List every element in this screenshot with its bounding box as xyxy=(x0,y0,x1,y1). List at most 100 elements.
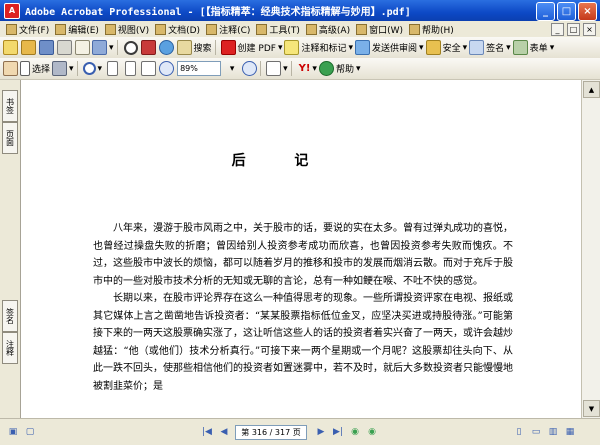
find-button[interactable] xyxy=(123,40,139,56)
secure-button[interactable]: 安全 ▾ xyxy=(425,40,467,56)
actual-size-button[interactable] xyxy=(104,61,120,77)
yahoo-toolbar-button[interactable]: Y! ▾ xyxy=(297,61,317,77)
vertical-scrollbar[interactable]: ▲ ▼ xyxy=(581,80,600,418)
zoom-out-button[interactable] xyxy=(158,61,174,77)
search-button[interactable]: 搜索 xyxy=(176,40,212,56)
search-label: 搜索 xyxy=(193,44,212,54)
create-pdf-label: 创建 PDF xyxy=(237,44,276,54)
menu-window[interactable]: 窗口(W) xyxy=(356,23,403,36)
menu-edit[interactable]: 编辑(E) xyxy=(55,23,99,36)
tab-bookmarks[interactable]: 书签 xyxy=(2,90,18,122)
fit-width-button[interactable] xyxy=(140,61,156,77)
next-page-button[interactable]: ▶ xyxy=(314,425,328,439)
tools-menu-icon xyxy=(256,23,268,35)
print-button[interactable] xyxy=(56,40,72,56)
page-number-field[interactable]: 第 316 / 317 页 xyxy=(235,424,307,440)
menu-comments[interactable]: 注释(C) xyxy=(206,23,250,36)
picture-icon xyxy=(141,40,157,55)
lock-icon xyxy=(425,40,441,55)
title-bar: A Adobe Acrobat Professional - [【指标精萃：经典… xyxy=(0,0,600,21)
send-for-review-button[interactable]: 发送供审阅 ▾ xyxy=(355,40,424,56)
minimize-button[interactable]: _ xyxy=(536,2,555,21)
zoom-tool-button[interactable]: ▾ xyxy=(82,61,102,77)
sign-label: 签名 xyxy=(486,44,505,54)
organizer-button[interactable]: ▾ xyxy=(92,40,114,56)
document-viewport[interactable]: 后 记 八年来，漫游于股市风雨之中，关于股市的话，要说的实在太多。曾有过弹丸成功… xyxy=(21,80,581,418)
snapshot-button[interactable]: ▾ xyxy=(52,61,74,77)
sign-button[interactable]: 签名 ▾ xyxy=(469,40,511,56)
find-circle-icon xyxy=(123,40,138,55)
page-layout-facing-icon[interactable]: ▥ xyxy=(546,425,560,439)
scroll-up-button[interactable]: ▲ xyxy=(583,81,600,98)
menu-bar: 文件(F) 编辑(E) 视图(V) 文档(D) 注释(C) 工具(T) 高级(A… xyxy=(0,21,600,38)
rotate-button[interactable]: ▾ xyxy=(266,61,288,77)
help-label: 帮助 xyxy=(335,65,354,75)
open-button[interactable] xyxy=(20,40,36,56)
navigation-panel: 书签 页面 签名 注释 xyxy=(0,80,21,418)
web-capture-button[interactable] xyxy=(159,40,175,56)
page-layout-continuous-facing-icon[interactable]: ▦ xyxy=(563,425,577,439)
zoom-in-button[interactable] xyxy=(241,61,257,77)
menu-label: 视图(V) xyxy=(117,25,150,36)
menu-label: 高级(A) xyxy=(318,25,351,36)
fit-page-button[interactable] xyxy=(122,61,138,77)
page-layout-continuous-icon[interactable]: ▭ xyxy=(529,425,543,439)
menu-view[interactable]: 视图(V) xyxy=(104,23,150,36)
comment-markup-label: 注释和标记 xyxy=(301,44,347,54)
view-mode-icon[interactable]: ▣ xyxy=(6,425,20,439)
view-toolbar: 选择 ▾ ▾ 89% ▾ ▾ Y! ▾ 帮助 ▾ xyxy=(0,58,600,80)
comment-markup-button[interactable]: 注释和标记 ▾ xyxy=(284,40,353,56)
zoom-level-select[interactable]: 89% xyxy=(177,61,222,76)
folder-icon xyxy=(20,40,36,55)
zoom-dropdown-button[interactable]: ▾ xyxy=(223,61,239,77)
close-button[interactable]: × xyxy=(578,2,597,21)
single-page-icon[interactable]: ▢ xyxy=(23,425,37,439)
previous-page-button[interactable]: ◀ xyxy=(217,425,231,439)
first-page-button[interactable]: |◀ xyxy=(200,425,214,439)
tab-pages[interactable]: 页面 xyxy=(2,122,18,154)
last-page-button[interactable]: ▶| xyxy=(331,425,345,439)
menu-label: 文档(D) xyxy=(168,25,201,36)
zoom-out-icon xyxy=(158,61,174,76)
create-new-button[interactable] xyxy=(2,40,18,56)
page-layout-single-icon[interactable]: ▯ xyxy=(512,425,526,439)
file-menu-icon xyxy=(6,23,17,35)
camera-icon xyxy=(52,61,68,76)
menu-label: 编辑(E) xyxy=(68,25,99,36)
menu-advanced[interactable]: 高级(A) xyxy=(305,23,351,36)
previous-view-icon[interactable]: ◉ xyxy=(348,425,362,439)
form-icon xyxy=(512,40,528,55)
doc-minimize-button[interactable]: _ xyxy=(551,23,564,36)
doc-restore-button[interactable]: □ xyxy=(567,23,580,36)
tab-signatures[interactable]: 签名 xyxy=(2,300,18,332)
new-document-icon xyxy=(2,40,18,55)
menu-label: 文件(F) xyxy=(19,25,50,36)
comment-icon xyxy=(284,40,300,55)
status-bar: ▣ ▢ |◀ ◀ 第 316 / 317 页 ▶ ▶| ◉ ◉ ▯ ▭ ▥ ▦ xyxy=(0,418,600,445)
help-icon xyxy=(318,61,334,76)
menu-label: 工具(T) xyxy=(269,25,300,36)
help-button[interactable]: 帮助 ▾ xyxy=(318,61,361,77)
tab-comments[interactable]: 注释 xyxy=(2,332,18,364)
form-button[interactable]: 表单 ▾ xyxy=(512,40,554,56)
advanced-menu-icon xyxy=(305,23,317,35)
image-button[interactable] xyxy=(141,40,157,56)
menu-label: 帮助(H) xyxy=(422,25,454,36)
menu-help[interactable]: 帮助(H) xyxy=(409,23,454,36)
menu-document[interactable]: 文档(D) xyxy=(155,23,200,36)
acrobat-app-icon: A xyxy=(4,2,20,19)
scroll-down-button[interactable]: ▼ xyxy=(583,400,600,417)
doc-close-button[interactable]: × xyxy=(583,23,596,36)
maximize-button[interactable]: □ xyxy=(557,2,576,21)
create-pdf-button[interactable]: 创建 PDF ▾ xyxy=(220,40,282,56)
envelope-icon xyxy=(74,40,90,55)
hand-tool-button[interactable] xyxy=(2,61,18,77)
next-view-icon[interactable]: ◉ xyxy=(365,425,379,439)
save-button[interactable] xyxy=(38,40,54,56)
fit-page-icon xyxy=(124,61,136,76)
menu-file[interactable]: 文件(F) xyxy=(6,23,49,36)
fit-width-icon xyxy=(140,61,156,76)
menu-tools[interactable]: 工具(T) xyxy=(256,23,300,36)
email-button[interactable] xyxy=(74,40,90,56)
select-tool-button[interactable]: 选择 xyxy=(20,61,50,77)
